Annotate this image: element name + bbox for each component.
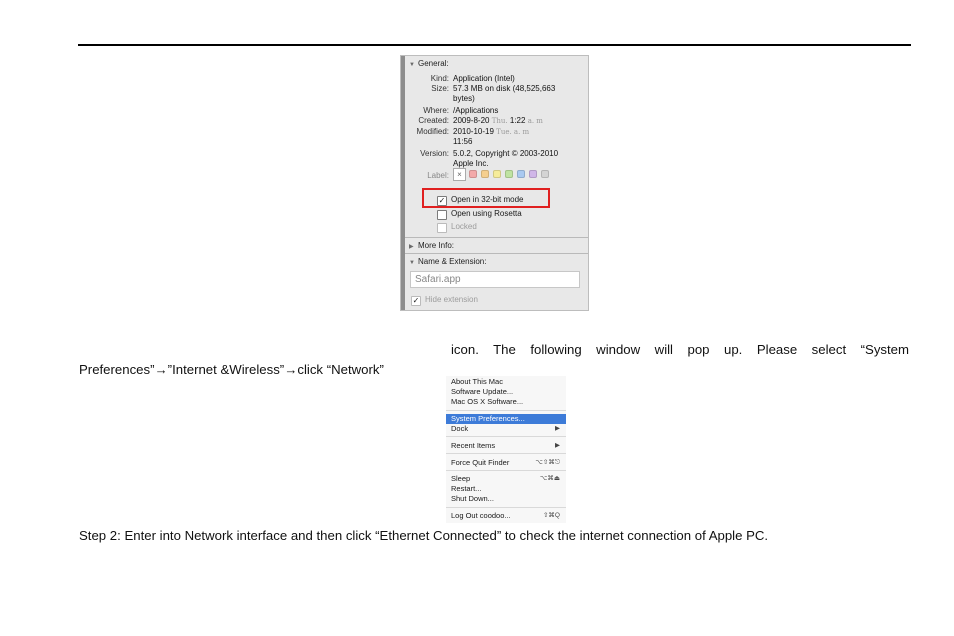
menu-item-force-quit[interactable]: Force Quit Finder ⌥⇧⌘⎋ bbox=[446, 458, 566, 468]
menu-item-osx-software[interactable]: Mac OS X Software... bbox=[446, 397, 566, 407]
disclosure-closed-icon[interactable]: ▶ bbox=[409, 243, 418, 250]
info-value: bytes) bbox=[453, 94, 475, 103]
submenu-arrow-icon: ▶ bbox=[555, 425, 560, 432]
label-swatch-orange[interactable] bbox=[481, 170, 489, 178]
label-swatch-red[interactable] bbox=[469, 170, 477, 178]
label-swatch-green[interactable] bbox=[505, 170, 513, 178]
instruction-line-1: icon. The following window will pop up. … bbox=[451, 342, 909, 357]
menu-item-label: Log Out coodoo... bbox=[451, 511, 511, 520]
menu-separator bbox=[446, 436, 566, 437]
checkbox-box-icon[interactable] bbox=[437, 210, 447, 220]
info-value: 2010-10-19 Tue. a. m bbox=[453, 127, 587, 137]
created-date: 2009-8-20 bbox=[453, 116, 490, 125]
name-extension-section-header[interactable]: ▼ Name & Extension: bbox=[409, 257, 486, 266]
info-key: Where: bbox=[423, 106, 449, 115]
info-key: Size: bbox=[431, 84, 449, 93]
label-swatch-purple[interactable] bbox=[529, 170, 537, 178]
menu-item-log-out[interactable]: Log Out coodoo... ⇧⌘Q bbox=[446, 511, 566, 521]
highlight-box bbox=[422, 188, 550, 208]
menu-separator bbox=[446, 453, 566, 454]
section-divider bbox=[405, 253, 588, 254]
menu-item-label: Recent Items bbox=[451, 441, 496, 450]
disclosure-open-icon[interactable]: ▼ bbox=[409, 260, 418, 266]
checkbox-label: Locked bbox=[451, 222, 477, 231]
shortcut-label: ⌥⌘⏏ bbox=[539, 475, 560, 482]
created-day: Thu. bbox=[491, 117, 508, 125]
menu-item-label: System Preferences... bbox=[451, 414, 525, 423]
info-key: Created: bbox=[418, 116, 449, 125]
menu-item-software-update[interactable]: Software Update... bbox=[446, 387, 566, 397]
general-header-label: General: bbox=[418, 59, 449, 68]
menu-item-label: Dock bbox=[451, 424, 469, 433]
menu-item-about[interactable]: About This Mac bbox=[446, 377, 566, 387]
menu-item-label: Shut Down... bbox=[451, 494, 494, 503]
info-value: Application (Intel) bbox=[453, 74, 515, 83]
menu-item-label: Mac OS X Software... bbox=[451, 397, 524, 406]
apple-menu: About This Mac Software Update... Mac OS… bbox=[446, 376, 566, 523]
header-rule bbox=[78, 44, 911, 46]
info-value: 2009-8-20 Thu. 1:22 a. m bbox=[453, 116, 587, 126]
label-swatch-yellow[interactable] bbox=[493, 170, 501, 178]
menu-separator bbox=[446, 507, 566, 508]
step-2-text: Step 2: Enter into Network interface and… bbox=[79, 528, 769, 543]
info-key: Kind: bbox=[430, 74, 449, 83]
menu-item-shut-down[interactable]: Shut Down... bbox=[446, 494, 566, 504]
modified-day: Tue. a. m bbox=[496, 128, 530, 136]
instruction-line-2: Preferences”→”Internet &Wireless”→click … bbox=[79, 362, 384, 377]
menu-item-label: Sleep bbox=[451, 474, 471, 483]
menu-item-label: Software Update... bbox=[451, 387, 514, 396]
checkbox-label: Hide extension bbox=[425, 295, 478, 304]
menu-separator bbox=[446, 470, 566, 471]
label-swatch-blue[interactable] bbox=[517, 170, 525, 178]
checkbox-checked-icon[interactable]: ✓ bbox=[411, 296, 421, 306]
info-value: 57.3 MB on disk (48,525,663 bbox=[453, 84, 556, 93]
modified-date: 2010-10-19 bbox=[453, 127, 494, 136]
menu-item-label: Force Quit Finder bbox=[451, 458, 510, 467]
created-time: 1:22 bbox=[509, 116, 526, 125]
menu-item-sleep[interactable]: Sleep ⌥⌘⏏ bbox=[446, 474, 566, 484]
info-key: Modified: bbox=[416, 127, 449, 136]
menu-item-label: Restart... bbox=[451, 484, 482, 493]
more-info-label: More Info: bbox=[418, 241, 455, 250]
info-value: 11:56 bbox=[453, 137, 473, 146]
info-value: /Applications bbox=[453, 106, 499, 115]
menu-item-system-preferences[interactable]: System Preferences... bbox=[446, 414, 566, 424]
label-swatch-gray[interactable] bbox=[541, 170, 549, 178]
label-key: Label: bbox=[427, 171, 449, 180]
menu-separator bbox=[446, 410, 566, 411]
panel-left-border bbox=[401, 56, 405, 310]
general-section-header[interactable]: ▼ General: bbox=[409, 59, 449, 68]
name-extension-label: Name & Extension: bbox=[418, 257, 487, 266]
created-ampm: a. m bbox=[527, 117, 543, 125]
checkbox-box-icon[interactable] bbox=[437, 223, 447, 233]
submenu-arrow-icon: ▶ bbox=[555, 442, 560, 449]
checkbox-label: Open using Rosetta bbox=[451, 209, 522, 218]
more-info-section-header[interactable]: ▶ More Info: bbox=[409, 241, 454, 250]
shortcut-label: ⇧⌘Q bbox=[542, 512, 560, 519]
info-value: Apple Inc. bbox=[453, 159, 489, 168]
info-key: Version: bbox=[420, 149, 449, 158]
menu-item-restart[interactable]: Restart... bbox=[446, 484, 566, 494]
menu-item-label: About This Mac bbox=[451, 377, 503, 386]
menu-item-dock[interactable]: Dock ▶ bbox=[446, 424, 566, 434]
no-label-icon[interactable]: × bbox=[453, 168, 466, 181]
shortcut-label: ⌥⇧⌘⎋ bbox=[535, 459, 560, 466]
section-divider bbox=[405, 237, 588, 238]
name-field[interactable]: Safari.app bbox=[410, 271, 580, 288]
menu-item-recent-items[interactable]: Recent Items ▶ bbox=[446, 441, 566, 451]
disclosure-open-icon[interactable]: ▼ bbox=[409, 62, 418, 68]
info-value: 5.0.2, Copyright © 2003-2010 bbox=[453, 149, 559, 158]
